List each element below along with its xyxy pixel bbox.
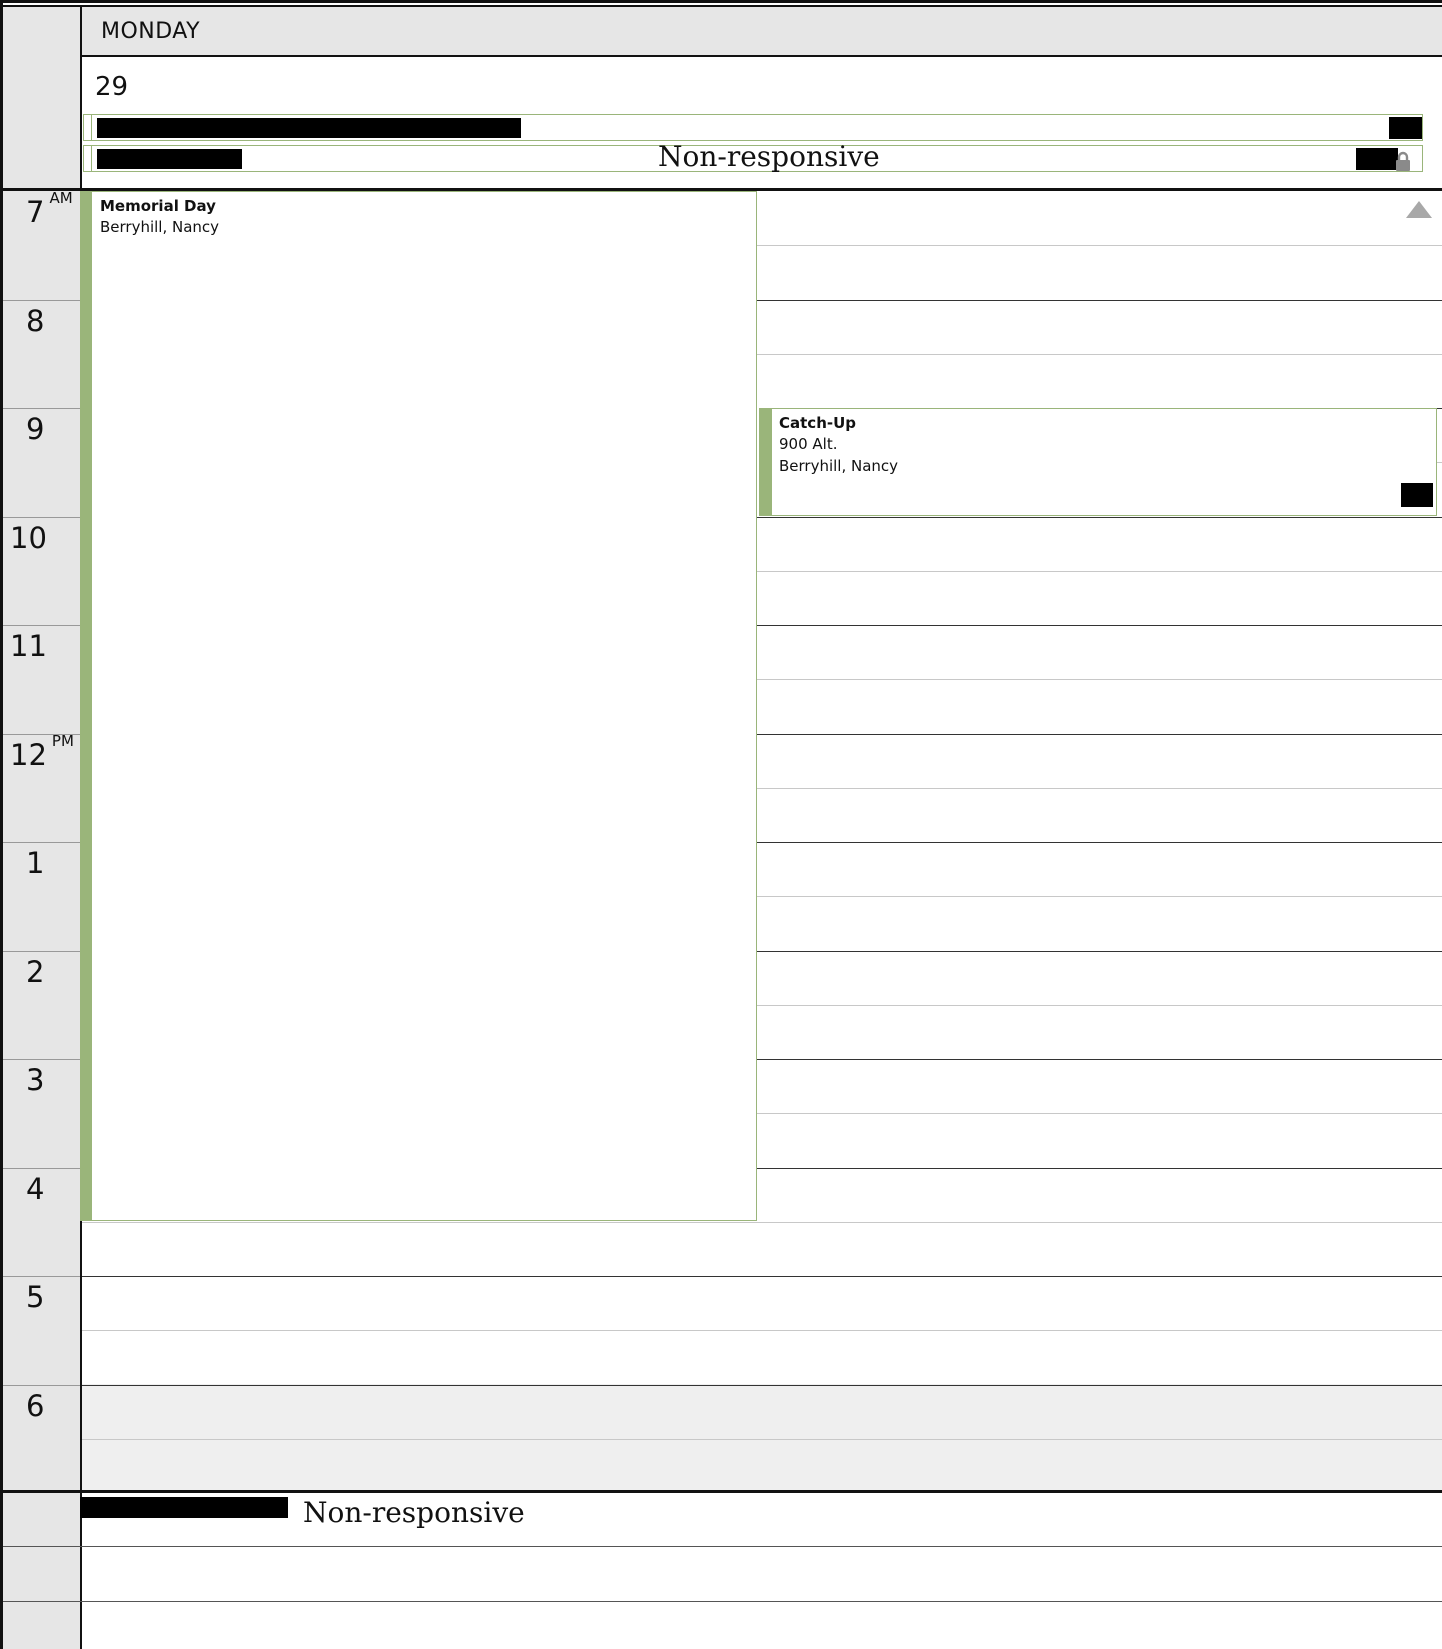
grid-bottom-border: [0, 1490, 1442, 1493]
half-hour-line: [757, 354, 1442, 355]
hour-number: 3: [26, 1063, 45, 1097]
day-name: MONDAY: [101, 19, 201, 44]
gutter-hour-line: [3, 1059, 80, 1060]
half-hour-line: [82, 1439, 1442, 1440]
half-hour-line: [757, 1113, 1442, 1114]
date-number[interactable]: 29: [95, 72, 128, 102]
footer-row-divider: [3, 1601, 1442, 1602]
hour-number: 6: [26, 1389, 45, 1423]
event-column-divider: [756, 191, 757, 1219]
gutter-hour-line: [3, 1276, 80, 1277]
hour-number: 7: [26, 195, 45, 229]
hour-line: [757, 842, 1442, 843]
lock-icon: [1396, 151, 1410, 171]
hour-suffix: AM: [49, 189, 73, 207]
all-day-text: Non-responsive: [658, 140, 880, 173]
all-day-event-1[interactable]: [83, 114, 1423, 141]
half-hour-line: [757, 1005, 1442, 1006]
hour-line: [757, 734, 1442, 735]
hour-number: 8: [26, 304, 45, 338]
calendar-day-view: MONDAY 29 Non-responsive 7 AM 8 9 10 11 12 PM 1 2…: [0, 0, 1442, 1649]
half-hour-line: [82, 1222, 1442, 1223]
gutter-hour-line: [3, 408, 80, 409]
hour-label: 10: [10, 521, 80, 555]
footer-text: Non-responsive: [303, 1496, 525, 1529]
hour-line: [757, 300, 1442, 301]
gutter-hour-line: [3, 1385, 80, 1386]
gutter-hour-line: [3, 951, 80, 952]
half-hour-line: [757, 679, 1442, 680]
hour-label: 12 PM: [10, 732, 80, 772]
gutter-hour-line: [3, 1168, 80, 1169]
hour-number: 4: [26, 1172, 45, 1206]
half-hour-line: [757, 571, 1442, 572]
redaction-block: [97, 118, 521, 138]
hour-label: 11: [10, 629, 80, 663]
half-hour-line: [757, 788, 1442, 789]
half-hour-line: [757, 896, 1442, 897]
hour-line: [757, 517, 1442, 518]
hour-number: 11: [10, 629, 47, 663]
event-organizer: Berryhill, Nancy: [779, 457, 899, 475]
hour-label: 5: [26, 1280, 96, 1314]
event-title: Memorial Day: [100, 197, 216, 215]
hour-number: 12: [10, 738, 47, 772]
hour-number: 10: [10, 521, 47, 555]
gutter-hour-line: [3, 842, 80, 843]
event-location: 900 Alt.: [779, 435, 838, 453]
redaction-block: [80, 1497, 288, 1518]
redaction-block: [1401, 483, 1433, 507]
gutter-hour-line: [3, 300, 80, 301]
event-stripe: [84, 146, 92, 171]
hour-label: 6: [26, 1389, 96, 1423]
gutter-hour-line: [3, 625, 80, 626]
hour-line: [757, 1168, 1442, 1169]
footer-row-divider: [3, 1546, 1442, 1547]
hour-number: 1: [26, 846, 45, 880]
gutter-hour-line: [3, 517, 80, 518]
event-catch-up[interactable]: Catch-Up 900 Alt. Berryhill, Nancy: [759, 408, 1437, 516]
hour-line: [757, 625, 1442, 626]
half-hour-line: [82, 1330, 1442, 1331]
event-accent-bar: [760, 409, 772, 515]
hour-line: [82, 1276, 1442, 1277]
redaction-block: [97, 149, 242, 169]
event-memorial-day[interactable]: Memorial Day Berryhill, Nancy: [80, 191, 757, 1221]
hour-number: 5: [26, 1280, 45, 1314]
event-stripe: [84, 115, 92, 140]
top-border: [0, 0, 1442, 3]
hour-line: [82, 1385, 1442, 1386]
hour-number: 9: [26, 412, 45, 446]
hour-number: 2: [26, 955, 45, 989]
triangle-up-icon[interactable]: [1406, 201, 1432, 218]
event-title: Catch-Up: [779, 414, 857, 432]
event-accent-bar: [81, 192, 92, 1220]
half-hour-line: [757, 245, 1442, 246]
event-organizer: Berryhill, Nancy: [100, 218, 220, 236]
day-header[interactable]: MONDAY: [82, 7, 1442, 57]
redaction-block: [1389, 117, 1422, 139]
hour-suffix: PM: [51, 732, 74, 750]
hour-line: [757, 951, 1442, 952]
hour-line: [757, 1059, 1442, 1060]
after-hours-band: [82, 1384, 1442, 1490]
